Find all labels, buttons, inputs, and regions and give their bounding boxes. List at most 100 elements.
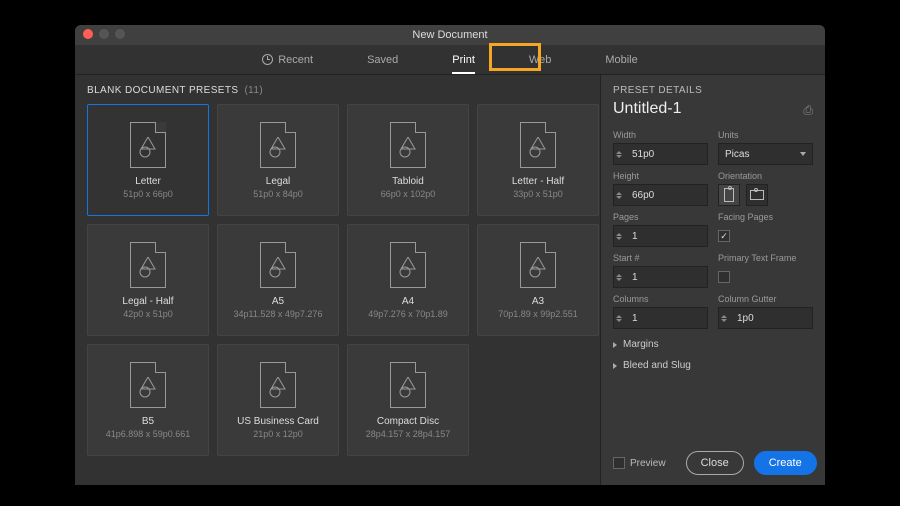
preset-card[interactable]: Legal 51p0 x 84p0 bbox=[217, 104, 339, 216]
preset-card[interactable]: Letter51p0 x 66p0 bbox=[87, 104, 209, 216]
preset-name: Legal - Half bbox=[122, 296, 173, 307]
preset-card[interactable]: A534p11.528 x 49p7.276 bbox=[217, 224, 339, 336]
preset-name: B5 bbox=[142, 416, 154, 427]
close-window-icon[interactable] bbox=[83, 29, 93, 39]
create-button[interactable]: Create bbox=[754, 451, 817, 475]
height-field[interactable]: 66p0 bbox=[613, 184, 708, 206]
column-gutter-field[interactable]: 1p0 bbox=[718, 307, 813, 329]
height-label: Height bbox=[613, 171, 708, 181]
pages-label: Pages bbox=[613, 212, 708, 222]
start-number-field[interactable]: 1 bbox=[613, 266, 708, 288]
tab-recent[interactable]: Recent bbox=[258, 48, 317, 72]
preset-name: US Business Card bbox=[237, 416, 319, 427]
start-number-value: 1 bbox=[632, 272, 638, 283]
stepper-arrows-icon[interactable] bbox=[616, 187, 626, 203]
chevron-right-icon bbox=[613, 363, 617, 369]
document-name[interactable]: Untitled-1 bbox=[613, 100, 681, 118]
document-preset-icon bbox=[130, 362, 166, 408]
content-area: BLANK DOCUMENT PRESETS (11) Letter51p0 x… bbox=[75, 75, 825, 485]
tab-saved[interactable]: Saved bbox=[363, 48, 402, 72]
tab-label: Mobile bbox=[605, 54, 637, 66]
zoom-window-icon[interactable] bbox=[115, 29, 125, 39]
stepper-arrows-icon[interactable] bbox=[616, 310, 626, 326]
category-tabs: Recent Saved Print Web Mobile bbox=[75, 45, 825, 75]
new-document-window: New Document Recent Saved Print Web Mobi… bbox=[75, 25, 825, 485]
document-preset-icon bbox=[130, 122, 166, 168]
preset-card[interactable]: Legal - Half 42p0 x 51p0 bbox=[87, 224, 209, 336]
orientation-landscape-button[interactable] bbox=[746, 184, 768, 206]
presets-header: BLANK DOCUMENT PRESETS (11) bbox=[87, 85, 588, 96]
preset-name: Legal bbox=[266, 176, 290, 187]
preset-dimensions: 28p4.157 x 28p4.157 bbox=[366, 429, 451, 439]
preset-name: A3 bbox=[532, 296, 544, 307]
stepper-arrows-icon[interactable] bbox=[616, 269, 626, 285]
preset-card[interactable]: A449p7.276 x 70p1.89 bbox=[347, 224, 469, 336]
preset-card[interactable]: Tabloid 66p0 x 102p0 bbox=[347, 104, 469, 216]
close-button[interactable]: Close bbox=[686, 451, 744, 475]
tab-web[interactable]: Web bbox=[525, 48, 555, 72]
units-value: Picas bbox=[725, 149, 749, 160]
document-preset-icon bbox=[260, 122, 296, 168]
facing-pages-checkbox[interactable] bbox=[718, 230, 730, 242]
preset-dimensions: 33p0 x 51p0 bbox=[513, 189, 563, 199]
column-gutter-value: 1p0 bbox=[737, 313, 754, 324]
document-preset-icon bbox=[520, 242, 556, 288]
tab-mobile[interactable]: Mobile bbox=[601, 48, 641, 72]
presets-panel: BLANK DOCUMENT PRESETS (11) Letter51p0 x… bbox=[75, 75, 600, 485]
preset-name: Tabloid bbox=[392, 176, 424, 187]
details-section-title: PRESET DETAILS bbox=[613, 85, 702, 96]
preview-checkbox[interactable] bbox=[613, 457, 625, 469]
units-select[interactable]: Picas bbox=[718, 143, 813, 165]
document-preset-icon bbox=[390, 242, 426, 288]
preset-card[interactable]: US Business Card 21p0 x 12p0 bbox=[217, 344, 339, 456]
stepper-arrows-icon[interactable] bbox=[616, 146, 626, 162]
bleed-slug-disclosure[interactable]: Bleed and Slug bbox=[613, 360, 813, 371]
column-gutter-label: Column Gutter bbox=[718, 294, 813, 304]
preset-name: Letter bbox=[135, 176, 161, 187]
pages-value: 1 bbox=[632, 231, 638, 242]
width-label: Width bbox=[613, 130, 708, 140]
columns-field[interactable]: 1 bbox=[613, 307, 708, 329]
stepper-arrows-icon[interactable] bbox=[616, 228, 626, 244]
pages-field[interactable]: 1 bbox=[613, 225, 708, 247]
preset-card[interactable]: Letter - Half33p0 x 51p0 bbox=[477, 104, 599, 216]
preset-dimensions: 51p0 x 84p0 bbox=[253, 189, 303, 199]
columns-label: Columns bbox=[613, 294, 708, 304]
presets-header-label: BLANK DOCUMENT PRESETS bbox=[87, 85, 238, 96]
stepper-arrows-icon[interactable] bbox=[721, 310, 731, 326]
preview-label: Preview bbox=[630, 458, 666, 469]
preset-dimensions: 70p1.89 x 99p2.551 bbox=[498, 309, 578, 319]
preset-card[interactable]: Compact Disc28p4.157 x 28p4.157 bbox=[347, 344, 469, 456]
tab-print[interactable]: Print bbox=[448, 48, 479, 72]
preset-dimensions: 41p6.898 x 59p0.661 bbox=[106, 429, 191, 439]
presets-grid: Letter51p0 x 66p0 Legal 51p0 x 84p0 Tabloid… bbox=[87, 104, 588, 456]
preset-card[interactable]: A3 70p1.89 x 99p2.551 bbox=[477, 224, 599, 336]
document-preset-icon bbox=[260, 362, 296, 408]
margins-disclosure[interactable]: Margins bbox=[613, 339, 813, 350]
primary-text-frame-checkbox[interactable] bbox=[718, 271, 730, 283]
height-value: 66p0 bbox=[632, 190, 654, 201]
preset-dimensions: 66p0 x 102p0 bbox=[381, 189, 436, 199]
document-preset-icon bbox=[520, 122, 556, 168]
titlebar: New Document bbox=[75, 25, 825, 45]
minimize-window-icon[interactable] bbox=[99, 29, 109, 39]
preview-toggle[interactable]: Preview bbox=[613, 457, 666, 469]
margins-label: Margins bbox=[623, 339, 659, 350]
width-field[interactable]: 51p0 bbox=[613, 143, 708, 165]
units-label: Units bbox=[718, 130, 813, 140]
document-preset-icon bbox=[390, 362, 426, 408]
orientation-label: Orientation bbox=[718, 171, 813, 181]
preset-dimensions: 21p0 x 12p0 bbox=[253, 429, 303, 439]
document-preset-icon bbox=[130, 242, 166, 288]
presets-count: (11) bbox=[244, 85, 263, 96]
clock-icon bbox=[262, 54, 273, 65]
start-number-label: Start # bbox=[613, 253, 708, 263]
save-preset-icon[interactable]: ⎙ bbox=[803, 103, 813, 118]
preset-card[interactable]: B5 41p6.898 x 59p0.661 bbox=[87, 344, 209, 456]
chevron-right-icon bbox=[613, 342, 617, 348]
window-title: New Document bbox=[412, 29, 487, 41]
preset-dimensions: 42p0 x 51p0 bbox=[123, 309, 173, 319]
columns-value: 1 bbox=[632, 313, 638, 324]
chevron-down-icon bbox=[800, 152, 806, 156]
orientation-portrait-button[interactable] bbox=[718, 184, 740, 206]
